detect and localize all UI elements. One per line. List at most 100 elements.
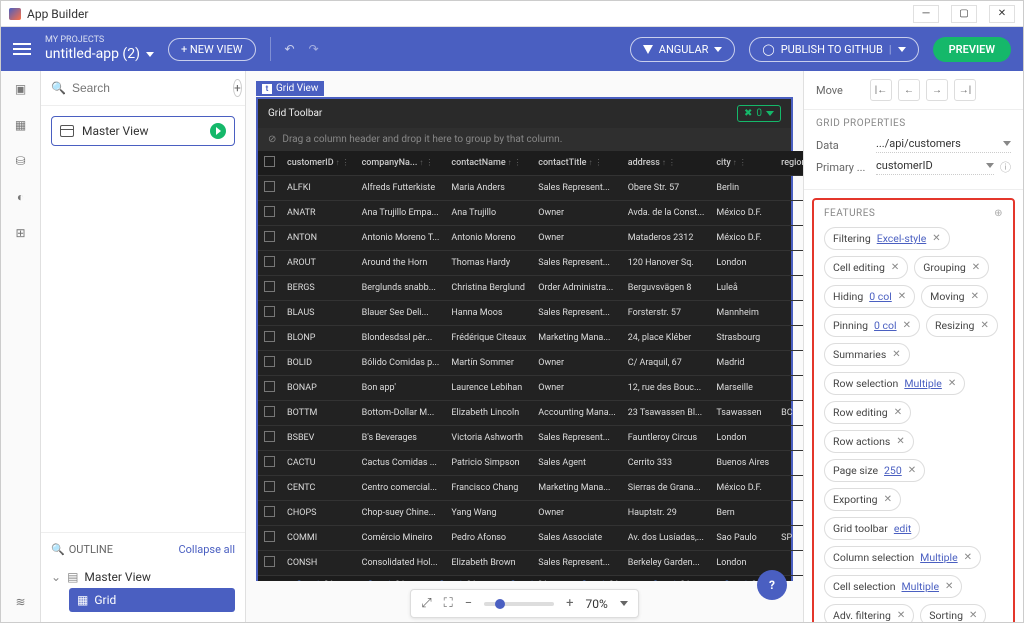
remove-chip-icon[interactable]: ✕	[969, 610, 977, 621]
grid-toolbar-action[interactable]: ✖0	[737, 105, 781, 122]
feature-chip[interactable]: Summaries✕	[824, 343, 910, 366]
zoom-slider[interactable]	[484, 602, 554, 606]
feature-chip[interactable]: Row actions✕	[824, 430, 914, 453]
views-icon[interactable]: ▣	[11, 79, 31, 99]
primary-key-field[interactable]: customerID	[876, 159, 994, 175]
table-row[interactable]: COMMIComércio MineiroPedro AfonsoSales A…	[258, 526, 803, 551]
feature-chip[interactable]: Row editing✕	[824, 401, 911, 424]
undo-icon[interactable]: ↶	[285, 42, 295, 56]
window-minimize-button[interactable]: ─	[913, 5, 939, 23]
table-row[interactable]: CACTUCactus Comidas ...Patricio SimpsonS…	[258, 451, 803, 476]
table-row[interactable]: BOLIDBólido Comidas p...Martín SommerOwn…	[258, 351, 803, 376]
feature-chip[interactable]: Exporting✕	[824, 488, 901, 511]
fit-screen-icon[interactable]: ⛶	[444, 596, 453, 611]
column-header[interactable]: contactTitle↑ ⋮	[532, 151, 621, 176]
theme-icon[interactable]: ◐	[11, 187, 31, 207]
grid-component[interactable]: t Grid View Grid Toolbar ✖0 ⊘ Drag a col…	[256, 97, 793, 581]
column-header[interactable]: city↑ ⋮	[710, 151, 775, 176]
move-first-button[interactable]: |←	[870, 79, 892, 101]
feature-chip[interactable]: Pinning0 col✕	[824, 314, 920, 337]
feature-chip[interactable]: Hiding0 col✕	[824, 285, 915, 308]
column-header[interactable]: companyNa...↑ ⋮	[356, 151, 446, 176]
add-view-button[interactable]: +	[233, 79, 242, 97]
remove-chip-icon[interactable]: ✕	[971, 291, 979, 302]
table-row[interactable]: AROUTAround the HornThomas HardySales Re…	[258, 251, 803, 276]
remove-chip-icon[interactable]: ✕	[898, 291, 906, 302]
table-row[interactable]: BOTTMBottom-Dollar M...Elizabeth Lincoln…	[258, 401, 803, 426]
table-row[interactable]: BONAPBon app'Laurence LebihanOwner12, ru…	[258, 376, 803, 401]
collapse-all-link[interactable]: Collapse all	[178, 543, 235, 556]
layers-icon[interactable]: ≋	[11, 592, 31, 612]
remove-chip-icon[interactable]: ✕	[897, 610, 905, 621]
data-icon[interactable]: ⛁	[11, 151, 31, 171]
remove-chip-icon[interactable]: ✕	[908, 465, 916, 476]
group-by-bar[interactable]: ⊘ Drag a column header and drop it here …	[258, 128, 791, 151]
feature-chip[interactable]: Page size250✕	[824, 459, 925, 482]
redo-icon[interactable]: ↷	[309, 42, 319, 56]
table-row[interactable]: CONSHConsolidated Hol...Elizabeth BrownS…	[258, 551, 803, 576]
move-right-button[interactable]: →	[926, 79, 948, 101]
feature-chip[interactable]: Row selectionMultiple✕	[824, 372, 965, 395]
window-maximize-button[interactable]: ▢	[951, 5, 977, 23]
add-feature-button[interactable]: ⊕	[994, 208, 1003, 219]
column-header[interactable]: contactName↑ ⋮	[445, 151, 532, 176]
remove-chip-icon[interactable]: ✕	[980, 320, 988, 331]
run-icon[interactable]	[210, 123, 226, 139]
column-header[interactable]: address↑ ⋮	[622, 151, 711, 176]
remove-chip-icon[interactable]: ✕	[945, 581, 953, 592]
data-source-field[interactable]: .../api/customers	[876, 137, 1011, 153]
window-close-button[interactable]: ✕	[989, 5, 1015, 23]
feature-chip[interactable]: Sorting✕	[920, 604, 986, 622]
table-row[interactable]: BLONPBlondesdssl pèr...Frédérique Citeau…	[258, 326, 803, 351]
remove-chip-icon[interactable]: ✕	[948, 378, 956, 389]
project-title[interactable]: MY PROJECTS untitled-app (2)	[45, 35, 154, 63]
new-view-button[interactable]: + NEW VIEW	[168, 38, 256, 61]
zoom-in-button[interactable]: +	[566, 596, 573, 611]
table-row[interactable]: BERGSBerglunds snabb...Christina Berglun…	[258, 276, 803, 301]
help-button[interactable]: ?	[757, 570, 787, 600]
remove-chip-icon[interactable]: ✕	[884, 494, 892, 505]
feature-chip[interactable]: Grouping✕	[914, 256, 989, 279]
framework-selector[interactable]: ANGULAR	[630, 37, 736, 62]
menu-icon[interactable]	[13, 43, 31, 55]
feature-chip[interactable]: Adv. filtering✕	[824, 604, 914, 622]
remove-chip-icon[interactable]: ✕	[932, 233, 940, 244]
view-item-master[interactable]: Master View	[51, 116, 235, 146]
feature-chip[interactable]: Resizing✕	[926, 314, 998, 337]
zoom-out-button[interactable]: −	[465, 596, 472, 611]
remove-chip-icon[interactable]: ✕	[896, 436, 904, 447]
preview-button[interactable]: PREVIEW	[933, 37, 1011, 62]
feature-chip[interactable]: Cell editing✕	[824, 256, 908, 279]
remove-chip-icon[interactable]: ✕	[892, 349, 900, 360]
table-row[interactable]: BLAUSBlauer See Deli...Hanna MoosSales R…	[258, 301, 803, 326]
move-left-button[interactable]: ←	[898, 79, 920, 101]
feature-chip[interactable]: Grid toolbaredit	[824, 517, 920, 540]
fit-width-icon[interactable]: ⤢	[421, 596, 431, 611]
search-input[interactable]	[72, 81, 227, 95]
table-row[interactable]: ALFKIAlfreds FutterkisteMaria AndersSale…	[258, 176, 803, 201]
tree-item-master[interactable]: ⌄ ▤ Master View	[51, 566, 235, 588]
info-icon[interactable]: ⓘ	[1000, 159, 1011, 175]
feature-chip[interactable]: FilteringExcel-style✕	[824, 227, 950, 250]
column-header[interactable]: customerID↑ ⋮	[281, 151, 356, 176]
feature-chip[interactable]: Moving✕	[921, 285, 988, 308]
assets-icon[interactable]: ⊞	[11, 223, 31, 243]
column-header[interactable]: region↑ ⋮	[775, 151, 803, 176]
publish-button[interactable]: ◯ PUBLISH TO GITHUB |	[749, 37, 918, 62]
remove-chip-icon[interactable]: ✕	[894, 407, 902, 418]
remove-chip-icon[interactable]: ✕	[891, 262, 899, 273]
components-icon[interactable]: ▦	[11, 115, 31, 135]
remove-chip-icon[interactable]: ✕	[964, 552, 972, 563]
table-row[interactable]: ANATRAna Trujillo Empa...Ana TrujilloOwn…	[258, 201, 803, 226]
remove-chip-icon[interactable]: ✕	[903, 320, 911, 331]
chevron-down-icon[interactable]	[620, 601, 628, 606]
tree-item-grid[interactable]: ▦ Grid	[69, 588, 235, 612]
remove-chip-icon[interactable]: ✕	[972, 262, 980, 273]
table-row[interactable]: CENTCCentro comercial...Francisco ChangM…	[258, 476, 803, 501]
table-row[interactable]: ANTONAntonio Moreno T...Antonio MorenoOw…	[258, 226, 803, 251]
table-row[interactable]: CHOPSChop-suey Chine...Yang WangOwnerHau…	[258, 501, 803, 526]
table-row[interactable]: BSBEVB's BeveragesVictoria AshworthSales…	[258, 426, 803, 451]
move-last-button[interactable]: →|	[954, 79, 976, 101]
feature-chip[interactable]: Cell selectionMultiple✕	[824, 575, 962, 598]
feature-chip[interactable]: Column selectionMultiple✕	[824, 546, 981, 569]
